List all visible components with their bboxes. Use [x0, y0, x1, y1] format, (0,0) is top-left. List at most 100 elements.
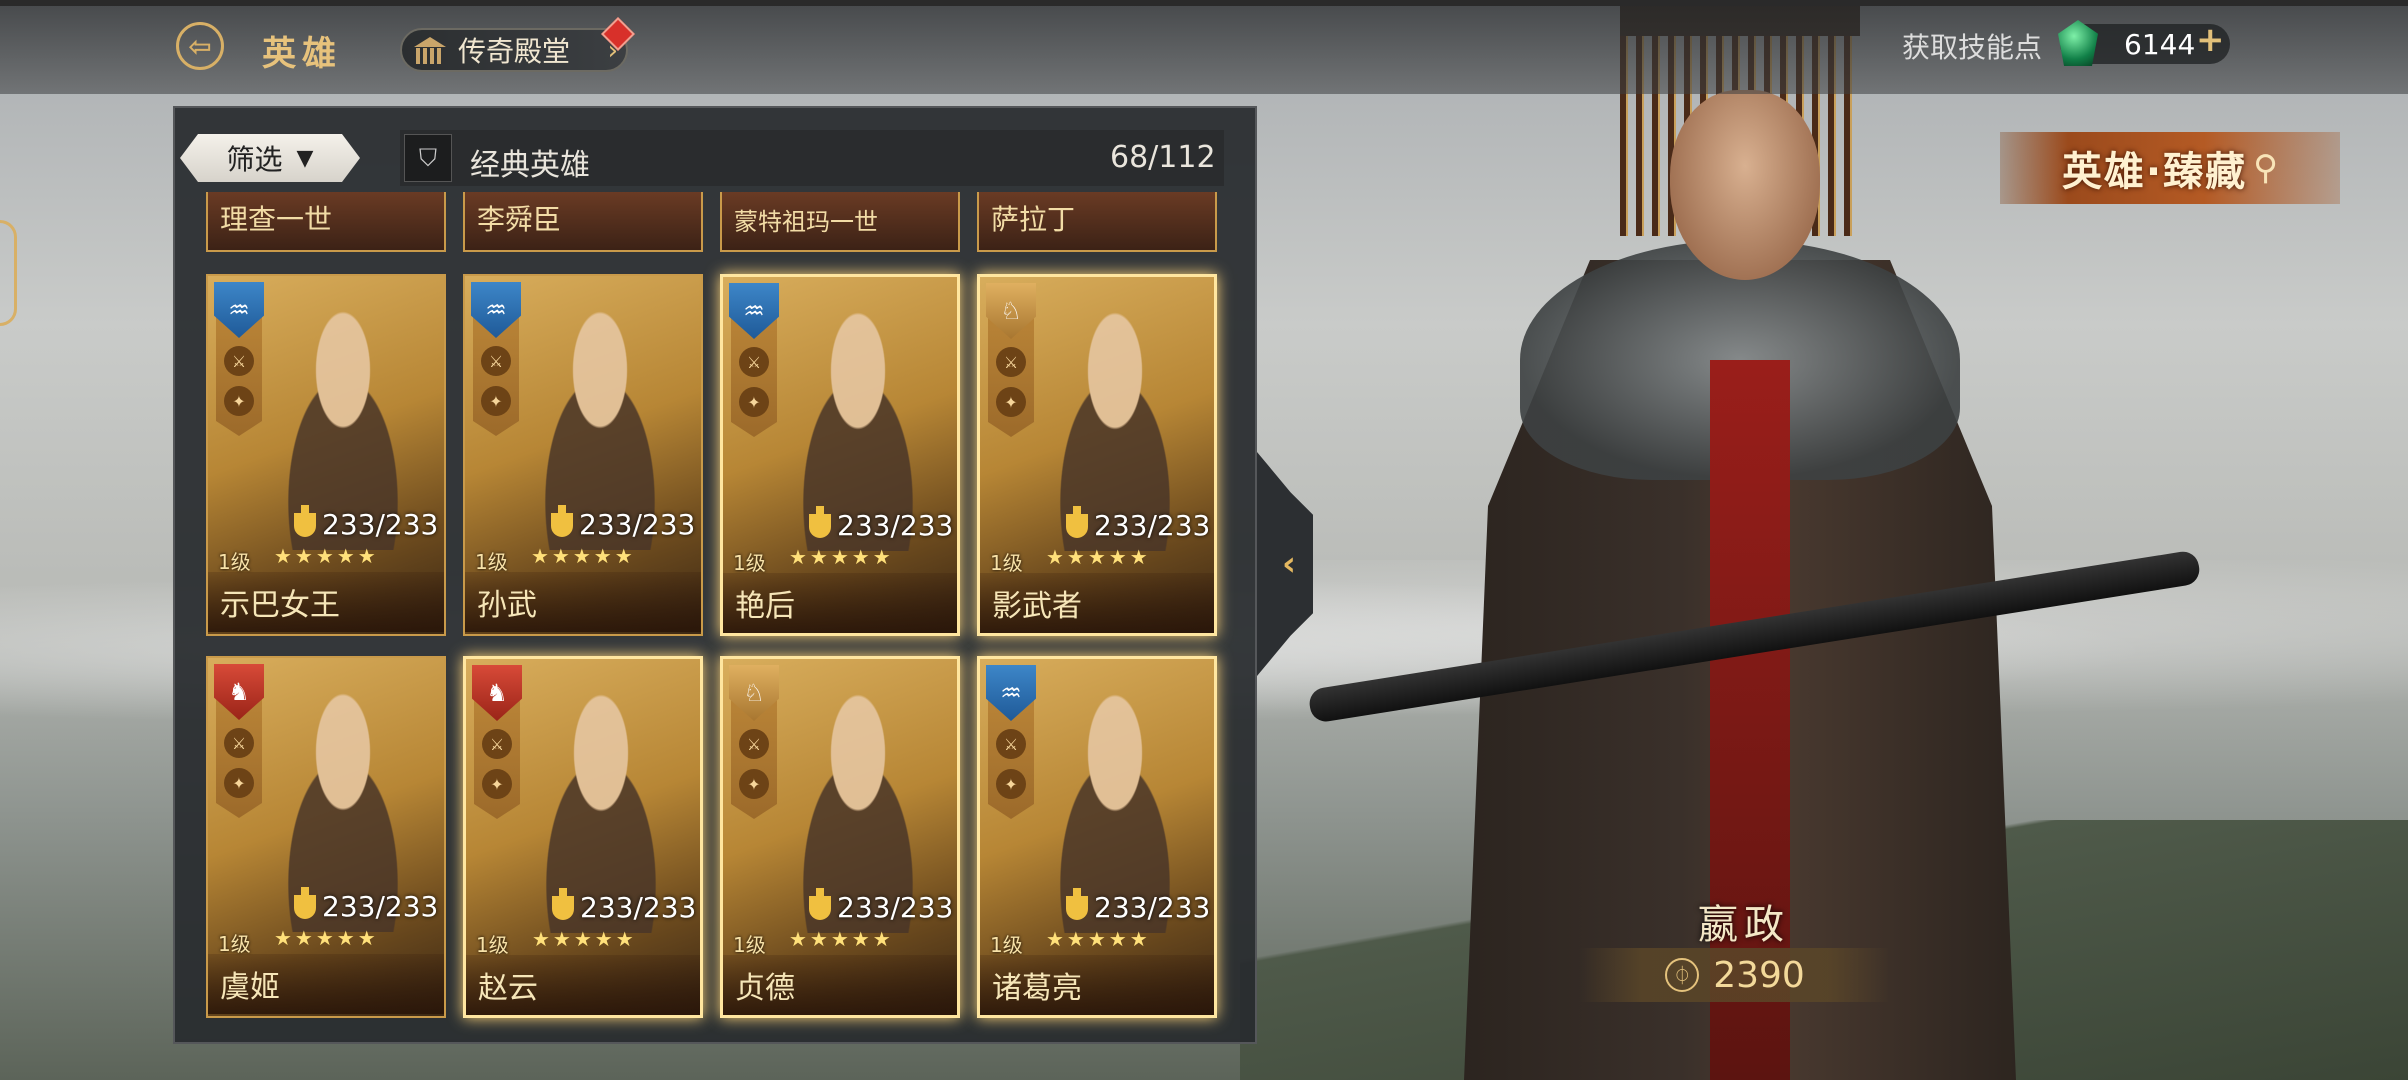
hero-name: 李舜臣	[477, 203, 562, 236]
hero-collection-label: 英雄·臻藏	[2061, 149, 2248, 195]
skill-icon: ✦	[739, 769, 769, 799]
hero-name: 影武者	[980, 573, 1214, 633]
potion-icon	[809, 887, 831, 920]
power-value: 2390	[1713, 954, 1805, 996]
hero-name: 虞姬	[208, 954, 444, 1014]
hero-card[interactable]: ♒ ⚔ ✦ 233/233 1级 ★★★★★ 诸葛亮	[977, 656, 1217, 1018]
hero-potion-count: 233/233	[1066, 887, 1211, 924]
hero-name: 蒙特祖玛一世	[734, 208, 878, 236]
hero-stars: ★★★★★	[274, 926, 379, 950]
hero-stars: ★★★★★	[532, 927, 637, 951]
hero-name: 赵云	[466, 955, 700, 1015]
back-button[interactable]: ⇦	[176, 22, 224, 70]
hero-card-partial[interactable]: 萨拉丁	[977, 192, 1217, 252]
hero-name: 诸葛亮	[980, 955, 1214, 1015]
hero-level: 1级	[990, 551, 1023, 575]
hero-name: 孙武	[465, 572, 701, 632]
series-label: 经典英雄	[470, 148, 590, 183]
hero-card[interactable]: ♞ ⚔ ✦ 233/233 1级 ★★★★★ 赵云	[463, 656, 703, 1018]
hero-stars: ★★★★★	[789, 927, 894, 951]
hero-potion-count: 233/233	[551, 504, 696, 541]
potion-icon	[552, 887, 574, 920]
potion-value: 233/233	[1094, 891, 1211, 924]
potion-value: 233/233	[322, 890, 439, 923]
hero-card-partial[interactable]: 蒙特祖玛一世	[720, 192, 960, 252]
hall-building-icon	[410, 35, 450, 65]
hero-head	[1670, 90, 1820, 280]
potion-value: 233/233	[837, 509, 954, 542]
magnifier-icon: ⚲	[2253, 148, 2279, 188]
back-arrow-icon: ⇦	[188, 29, 212, 63]
hero-level: 1级	[475, 550, 508, 574]
hero-potion-count: 233/233	[294, 886, 439, 923]
potion-icon	[294, 504, 316, 537]
potion-value: 233/233	[322, 508, 439, 541]
skill-icon: ✦	[224, 768, 254, 798]
skill-icon: ✦	[224, 386, 254, 416]
page-title: 英雄	[262, 34, 342, 74]
hero-name: 萨拉丁	[991, 203, 1076, 236]
hero-stars: ★★★★★	[1046, 545, 1151, 569]
hero-stars: ★★★★★	[274, 544, 379, 568]
hero-name: 示巴女王	[208, 572, 444, 632]
potion-icon	[809, 505, 831, 538]
potion-icon	[551, 504, 573, 537]
triangle-down-icon: ▼	[296, 145, 314, 171]
hero-name: 艳后	[723, 573, 957, 633]
hero-potion-count: 233/233	[1066, 505, 1211, 542]
hero-count: 68/112	[1110, 140, 1216, 175]
hero-card[interactable]: ♒ ⚔ ✦ 233/233 1级 ★★★★★ 示巴女王	[206, 274, 446, 636]
legend-hall-label: 传奇殿堂	[458, 35, 571, 68]
featured-hero-name: 嬴政	[1698, 902, 1790, 948]
potion-icon	[1066, 505, 1088, 538]
left-edge-tab[interactable]	[0, 220, 17, 326]
hero-stars: ★★★★★	[1046, 927, 1151, 951]
skill-points-label: 获取技能点	[1902, 31, 2043, 64]
skill-icon: ✦	[481, 386, 511, 416]
role-icon: ⚔	[996, 347, 1026, 377]
hero-card[interactable]: ♒ ⚔ ✦ 233/233 1级 ★★★★★ 艳后	[720, 274, 960, 636]
role-icon: ⚔	[739, 347, 769, 377]
role-icon: ⚔	[224, 728, 254, 758]
role-icon: ⚔	[481, 346, 511, 376]
hero-card-partial[interactable]: 理查一世	[206, 192, 446, 252]
role-icon: ⚔	[739, 729, 769, 759]
hero-potion-count: 233/233	[809, 505, 954, 542]
skill-icon: ✦	[996, 387, 1026, 417]
hero-name: 贞德	[723, 955, 957, 1015]
hero-level: 1级	[733, 551, 766, 575]
role-icon: ⚔	[224, 346, 254, 376]
helmet-icon: ⛉	[404, 134, 452, 182]
hero-potion-count: 233/233	[809, 887, 953, 924]
hero-name: 理查一世	[220, 203, 333, 236]
featured-hero-power: ⏀ 2390	[1580, 948, 1890, 1002]
hero-card[interactable]: ♒ ⚔ ✦ 233/233 1级 ★★★★★ 孙武	[463, 274, 703, 636]
filter-label: 筛选	[226, 143, 283, 176]
potion-icon	[294, 886, 316, 919]
potion-value: 233/233	[1094, 509, 1211, 542]
legend-hall-button[interactable]: 传奇殿堂 ›	[400, 28, 628, 72]
hero-stars: ★★★★★	[789, 545, 894, 569]
hero-card[interactable]: ♘ ⚔ ✦ 233/233 1级 ★★★★★ 影武者	[977, 274, 1217, 636]
power-icon: ⏀	[1665, 958, 1700, 992]
hero-card-partial[interactable]: 李舜臣	[463, 192, 703, 252]
hero-potion-count: 233/233	[552, 887, 697, 924]
chevron-left-icon: ‹	[1281, 544, 1296, 584]
potion-value: 233/233	[580, 891, 697, 924]
role-icon: ⚔	[996, 729, 1026, 759]
hero-collection-button[interactable]: 英雄·臻藏 ⚲	[2000, 132, 2340, 204]
hero-level: 1级	[733, 933, 766, 957]
hero-level: 1级	[990, 933, 1023, 957]
hero-card[interactable]: ♞ ⚔ ✦ 233/233 1级 ★★★★★ 虞姬	[206, 656, 446, 1018]
skill-icon: ✦	[739, 387, 769, 417]
filter-button[interactable]: 筛选 ▼	[180, 134, 360, 182]
hero-stars: ★★★★★	[531, 544, 636, 568]
add-skill-points-button[interactable]: +	[2196, 20, 2225, 60]
skill-points-value: 6144	[2124, 28, 2196, 61]
hero-level: 1级	[476, 933, 509, 957]
potion-value: 233/233	[579, 508, 696, 541]
hero-card[interactable]: ♘ ⚔ ✦ 233/233 1级 ★★★★★ 贞德	[720, 656, 960, 1018]
top-bar	[0, 0, 2408, 94]
role-icon: ⚔	[482, 729, 512, 759]
hero-potion-count: 233/233	[294, 504, 439, 541]
